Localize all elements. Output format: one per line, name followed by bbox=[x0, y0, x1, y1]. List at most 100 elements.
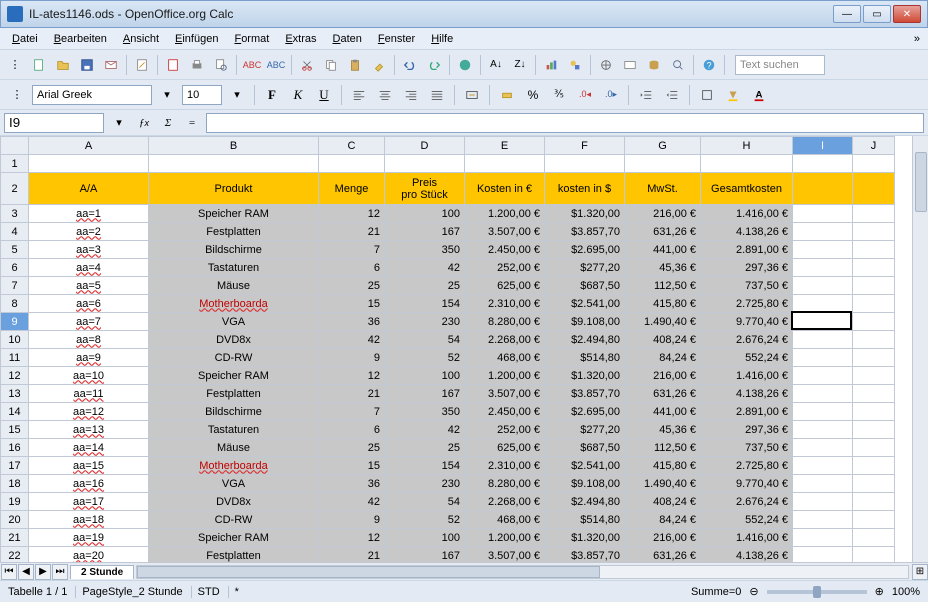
cell[interactable]: 8.280,00 € bbox=[465, 475, 545, 493]
cell[interactable]: 42 bbox=[385, 421, 465, 439]
cell[interactable]: 4.138,26 € bbox=[701, 385, 793, 403]
sort-desc-icon[interactable]: Z↓ bbox=[509, 54, 531, 76]
column-header-J[interactable]: J bbox=[853, 137, 895, 155]
cell[interactable]: 9.770,40 € bbox=[701, 313, 793, 331]
cell[interactable] bbox=[793, 241, 853, 259]
spellcheck-icon[interactable]: ABC bbox=[241, 54, 263, 76]
cell[interactable]: 36 bbox=[319, 475, 385, 493]
cell[interactable]: aa=8 bbox=[29, 331, 149, 349]
cell[interactable]: 625,00 € bbox=[465, 439, 545, 457]
cell[interactable]: 9 bbox=[319, 349, 385, 367]
spreadsheet-grid[interactable]: ABCDEFGHIJ12A/AProduktMengePreispro Stüc… bbox=[0, 136, 895, 562]
cell[interactable]: $514,80 bbox=[545, 349, 625, 367]
cell[interactable]: 2.310,00 € bbox=[465, 295, 545, 313]
cell[interactable] bbox=[465, 155, 545, 173]
cell[interactable]: aa=20 bbox=[29, 547, 149, 563]
cell[interactable] bbox=[853, 385, 895, 403]
header-cell-G[interactable]: MwSt. bbox=[625, 173, 701, 205]
cell[interactable]: 2.725,80 € bbox=[701, 295, 793, 313]
cell[interactable]: 1.416,00 € bbox=[701, 205, 793, 223]
column-header-B[interactable]: B bbox=[149, 137, 319, 155]
cell[interactable]: 52 bbox=[385, 511, 465, 529]
pdf-icon[interactable] bbox=[162, 54, 184, 76]
column-header-A[interactable]: A bbox=[29, 137, 149, 155]
row-header-18[interactable]: 18 bbox=[1, 475, 29, 493]
cell[interactable]: 25 bbox=[319, 277, 385, 295]
font-name-select[interactable] bbox=[32, 85, 152, 105]
cell[interactable]: aa=13 bbox=[29, 421, 149, 439]
menu-item-ansicht[interactable]: Ansicht bbox=[115, 31, 167, 47]
cell[interactable]: 737,50 € bbox=[701, 277, 793, 295]
edit-icon[interactable] bbox=[131, 54, 153, 76]
cell[interactable]: Motherboarda bbox=[149, 457, 319, 475]
cell[interactable]: 167 bbox=[385, 547, 465, 563]
cell[interactable]: $2.494,80 bbox=[545, 493, 625, 511]
cell[interactable]: 2.676,24 € bbox=[701, 493, 793, 511]
cell[interactable]: $514,80 bbox=[545, 511, 625, 529]
cell[interactable]: $1.320,00 bbox=[545, 529, 625, 547]
cell[interactable]: Tastaturen bbox=[149, 259, 319, 277]
cell[interactable]: $9.108,00 bbox=[545, 313, 625, 331]
cell[interactable]: 21 bbox=[319, 223, 385, 241]
cell[interactable]: aa=6 bbox=[29, 295, 149, 313]
cell[interactable]: 84,24 € bbox=[625, 511, 701, 529]
row-header-19[interactable]: 19 bbox=[1, 493, 29, 511]
cell[interactable] bbox=[793, 259, 853, 277]
cell[interactable]: 415,80 € bbox=[625, 457, 701, 475]
cell[interactable]: Mäuse bbox=[149, 439, 319, 457]
cell[interactable]: 36 bbox=[319, 313, 385, 331]
cell[interactable] bbox=[853, 155, 895, 173]
hyperlink-icon[interactable] bbox=[454, 54, 476, 76]
handle-icon[interactable]: ⋮ bbox=[4, 54, 26, 76]
cell[interactable]: aa=5 bbox=[29, 277, 149, 295]
header-cell-B[interactable]: Produkt bbox=[149, 173, 319, 205]
chart-icon[interactable] bbox=[540, 54, 562, 76]
cell[interactable] bbox=[853, 511, 895, 529]
increase-indent-icon[interactable] bbox=[661, 84, 683, 106]
cell[interactable]: DVD8x bbox=[149, 493, 319, 511]
function-wizard-icon[interactable]: ƒx bbox=[134, 113, 154, 133]
cell[interactable]: aa=9 bbox=[29, 349, 149, 367]
cell[interactable]: $9.108,00 bbox=[545, 475, 625, 493]
cell[interactable]: 1.490,40 € bbox=[625, 475, 701, 493]
cell[interactable] bbox=[793, 367, 853, 385]
header-cell-D[interactable]: Preispro Stück bbox=[385, 173, 465, 205]
cell[interactable]: $2.541,00 bbox=[545, 457, 625, 475]
horizontal-scrollbar[interactable] bbox=[136, 565, 909, 579]
cell[interactable]: Mäuse bbox=[149, 277, 319, 295]
cell[interactable]: 468,00 € bbox=[465, 511, 545, 529]
row-header-15[interactable]: 15 bbox=[1, 421, 29, 439]
sheet-tab[interactable]: 2 Stunde bbox=[70, 565, 134, 579]
merge-cells-icon[interactable] bbox=[461, 84, 483, 106]
cell[interactable] bbox=[793, 295, 853, 313]
cell[interactable]: DVD8x bbox=[149, 331, 319, 349]
cell[interactable]: 45,36 € bbox=[625, 259, 701, 277]
cell[interactable]: 216,00 € bbox=[625, 205, 701, 223]
bg-color-icon[interactable] bbox=[722, 84, 744, 106]
cell[interactable]: aa=2 bbox=[29, 223, 149, 241]
cell[interactable]: 631,26 € bbox=[625, 547, 701, 563]
scrollbar-thumb[interactable] bbox=[915, 152, 927, 212]
cell[interactable]: 441,00 € bbox=[625, 241, 701, 259]
sum-icon[interactable]: Σ bbox=[158, 113, 178, 133]
cell[interactable]: Bildschirme bbox=[149, 241, 319, 259]
column-header-H[interactable]: H bbox=[701, 137, 793, 155]
cell[interactable] bbox=[701, 155, 793, 173]
cell[interactable]: aa=15 bbox=[29, 457, 149, 475]
align-center-icon[interactable] bbox=[374, 84, 396, 106]
cell[interactable] bbox=[793, 547, 853, 563]
cell[interactable]: 1.416,00 € bbox=[701, 367, 793, 385]
print-preview-icon[interactable] bbox=[210, 54, 232, 76]
cell[interactable] bbox=[29, 155, 149, 173]
header-cell-J[interactable] bbox=[853, 173, 895, 205]
cell[interactable]: VGA bbox=[149, 313, 319, 331]
cell[interactable]: 21 bbox=[319, 547, 385, 563]
cell[interactable]: 52 bbox=[385, 349, 465, 367]
sum-display[interactable]: Summe=0 bbox=[691, 586, 741, 598]
cell[interactable]: 737,50 € bbox=[701, 439, 793, 457]
cell[interactable]: 415,80 € bbox=[625, 295, 701, 313]
cell[interactable]: 42 bbox=[319, 493, 385, 511]
cell[interactable]: 2.450,00 € bbox=[465, 241, 545, 259]
navigator-icon[interactable] bbox=[595, 54, 617, 76]
split-icon[interactable]: ⊞ bbox=[912, 564, 928, 580]
